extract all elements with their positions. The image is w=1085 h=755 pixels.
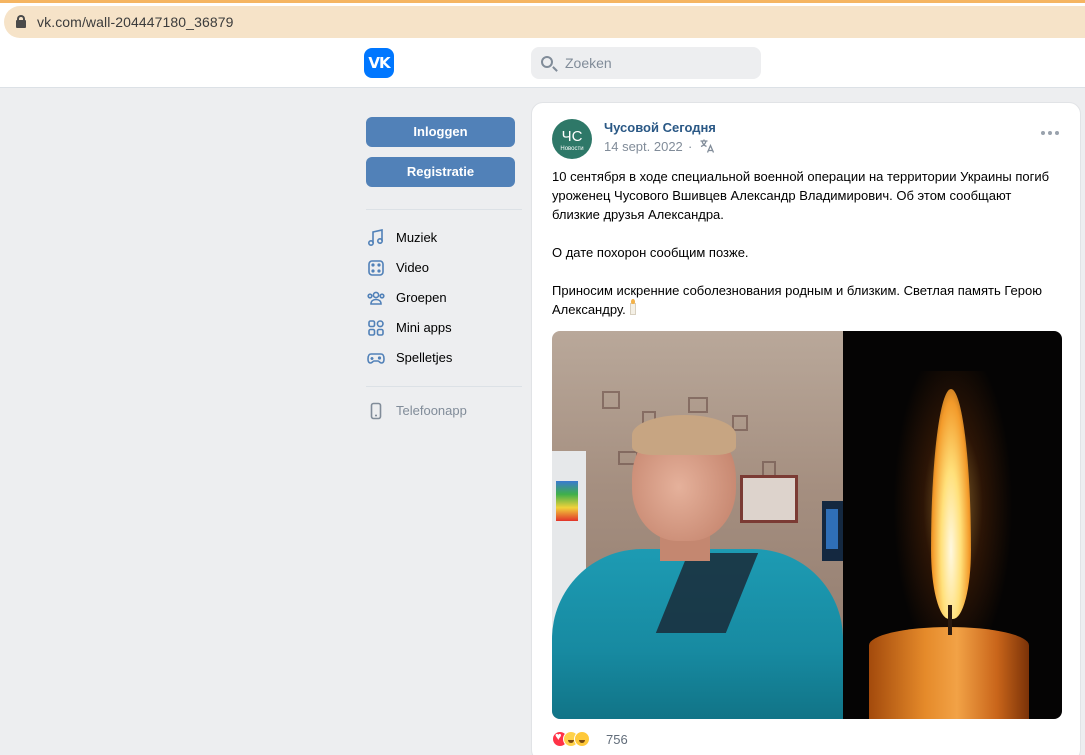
- post-date-link[interactable]: 14 sept. 2022: [604, 139, 683, 154]
- lock-icon[interactable]: [16, 15, 26, 28]
- site-header: VK Zoeken: [0, 38, 1085, 88]
- sidebar-item-video[interactable]: Video: [366, 256, 522, 280]
- post-paragraph-text: Приносим искренние соболезнования родным…: [552, 283, 1042, 317]
- wall-post: ЧС Новости Чусовой Сегодня 14 sept. 2022…: [531, 102, 1081, 755]
- post-paragraph: О дате похорон сообщим позже.: [552, 245, 749, 260]
- sidebar-item-groups[interactable]: Groepen: [366, 286, 522, 310]
- games-icon: [367, 353, 385, 364]
- sidebar-divider: [366, 386, 522, 387]
- hair-decoration: [632, 415, 736, 455]
- url-text[interactable]: vk.com/wall-204447180_36879: [37, 14, 234, 30]
- post-text: 10 сентября в ходе специальной военной о…: [552, 167, 1062, 319]
- post-photo-portrait[interactable]: [552, 331, 843, 719]
- reactions-count: 756: [606, 732, 628, 747]
- register-button[interactable]: Registratie: [366, 157, 515, 187]
- sidebar-item-label: Groepen: [396, 290, 447, 305]
- sidebar-item-label: Telefoonapp: [396, 403, 467, 418]
- post-author-link[interactable]: Чусовой Сегодня: [604, 120, 716, 135]
- candle-emoji-icon: [629, 299, 636, 315]
- avatar-subtext: Новости: [560, 146, 584, 152]
- laugh-reaction-icon: [574, 731, 590, 747]
- sidebar-item-label: Muziek: [396, 230, 438, 245]
- post-photo-candle[interactable]: [843, 331, 1062, 719]
- sidebar-item-label: Mini apps: [396, 320, 452, 335]
- sidebar-item-phone-app[interactable]: Telefoonapp: [366, 399, 522, 423]
- sidebar-divider: [366, 209, 522, 210]
- sidebar-item-label: Spelletjes: [396, 350, 453, 365]
- search-placeholder: Zoeken: [565, 55, 612, 71]
- avatar-text: ЧС: [561, 128, 583, 145]
- mini-apps-icon: [368, 320, 384, 336]
- poster-decoration: [740, 475, 798, 523]
- groups-icon: [367, 291, 385, 305]
- separator-dot: ·: [688, 139, 693, 154]
- browser-address-bar: vk.com/wall-204447180_36879: [0, 0, 1085, 38]
- more-options-icon[interactable]: [1041, 130, 1059, 136]
- post-paragraph: 10 сентября в ходе специальной военной о…: [552, 169, 1050, 222]
- candle-body: [869, 627, 1029, 719]
- video-icon: [368, 260, 384, 276]
- url-field[interactable]: vk.com/wall-204447180_36879: [4, 6, 1085, 38]
- login-button[interactable]: Inloggen: [366, 117, 515, 147]
- search-input[interactable]: Zoeken: [531, 47, 761, 79]
- search-icon: [541, 56, 553, 68]
- candle-wick: [948, 605, 952, 635]
- music-icon: [367, 229, 384, 247]
- post-paragraph: Приносим искренние соболезнования родным…: [552, 281, 1062, 319]
- sidebar-item-mini-apps[interactable]: Mini apps: [366, 316, 522, 340]
- phone-icon: [370, 402, 382, 420]
- avatar[interactable]: ЧС Новости: [552, 119, 592, 159]
- tv-decoration: [822, 501, 843, 561]
- sidebar-item-games[interactable]: Spelletjes: [366, 346, 522, 370]
- sidebar-item-music[interactable]: Muziek: [366, 226, 522, 250]
- translate-icon[interactable]: [699, 138, 715, 154]
- sidebar-item-label: Video: [396, 260, 430, 275]
- vk-logo-icon[interactable]: VK: [364, 48, 394, 78]
